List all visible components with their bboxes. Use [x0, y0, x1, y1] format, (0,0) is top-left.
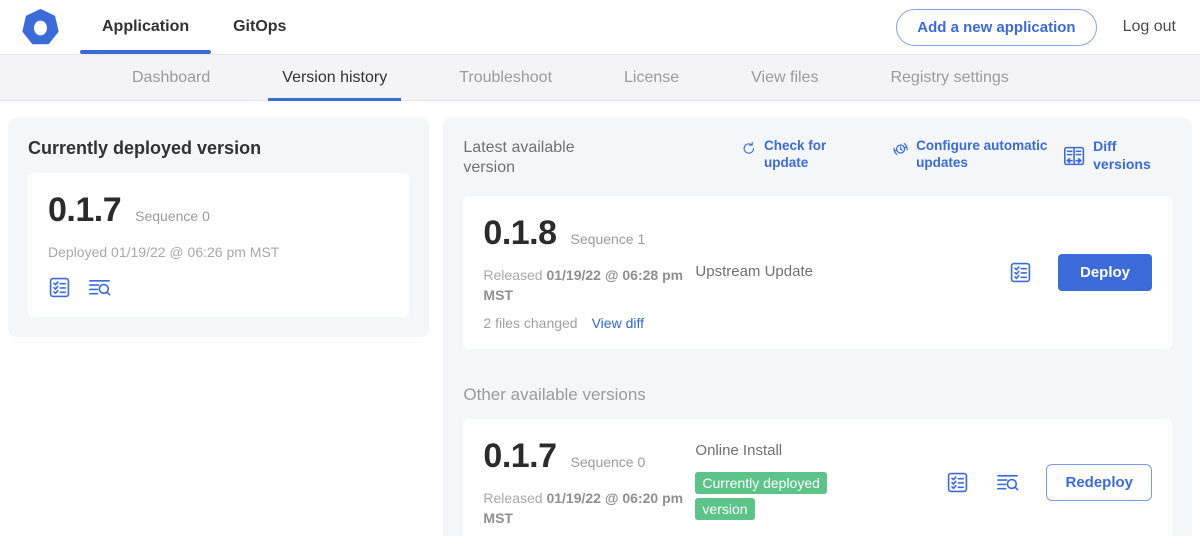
app-sub-nav: Dashboard Version history Troubleshoot L…	[0, 55, 1200, 101]
tab-gitops[interactable]: GitOps	[211, 0, 308, 54]
configure-automatic-updates-action[interactable]: Configure automatic updates	[892, 138, 1062, 173]
app-logo[interactable]	[0, 0, 80, 54]
tab-registry-settings[interactable]: Registry settings	[876, 55, 1022, 100]
latest-released-timestamp: Released 01/19/22 @ 06:28 pm MST	[483, 265, 683, 306]
tab-license[interactable]: License	[610, 55, 693, 100]
logout-link[interactable]: Log out	[1123, 18, 1176, 36]
preflight-checklist-icon[interactable]	[48, 276, 71, 299]
add-new-application-button[interactable]: Add a new application	[896, 9, 1096, 46]
other-version-number: 0.1.7	[483, 437, 556, 476]
available-versions-panel: Latest available version Check for updat…	[443, 118, 1192, 536]
latest-version-number: 0.1.8	[483, 214, 556, 253]
deployed-sequence: Sequence 0	[135, 208, 210, 224]
top-nav-tabs: Application GitOps	[80, 0, 308, 54]
top-nav: Application GitOps Add a new application…	[0, 0, 1200, 55]
deploy-logs-icon[interactable]	[87, 276, 112, 299]
refresh-icon	[741, 138, 757, 159]
tab-application[interactable]: Application	[80, 0, 211, 54]
version-card-other: 0.1.7 Sequence 0 Released 01/19/22 @ 06:…	[463, 419, 1172, 536]
view-diff-link[interactable]: View diff	[592, 315, 644, 331]
version-card-latest: 0.1.8 Sequence 1 Released 01/19/22 @ 06:…	[463, 196, 1172, 349]
diff-versions-action[interactable]: Diff versions	[1062, 138, 1172, 173]
deployed-version-number: 0.1.7	[48, 191, 121, 230]
tab-version-history[interactable]: Version history	[268, 55, 401, 100]
other-sequence: Sequence 0	[571, 454, 646, 470]
currently-deployed-title: Currently deployed version	[28, 138, 409, 159]
schedule-update-icon	[892, 138, 909, 160]
tab-dashboard[interactable]: Dashboard	[118, 55, 224, 100]
deployed-version-card: 0.1.7 Sequence 0 Deployed 01/19/22 @ 06:…	[28, 173, 409, 317]
other-released-timestamp: Released 01/19/22 @ 06:20 pm MST	[483, 488, 683, 529]
check-for-update-action[interactable]: Check for update	[741, 138, 846, 173]
latest-sequence: Sequence 1	[571, 231, 646, 247]
tab-view-files[interactable]: View files	[737, 55, 832, 100]
files-changed-label: 2 files changed	[483, 315, 577, 331]
preflight-checklist-icon[interactable]	[1009, 261, 1032, 284]
other-available-versions-title: Other available versions	[463, 385, 1172, 405]
redeploy-button[interactable]: Redeploy	[1046, 464, 1152, 501]
deploy-button[interactable]: Deploy	[1058, 254, 1152, 291]
deployed-timestamp: Deployed 01/19/22 @ 06:26 pm MST	[48, 242, 389, 262]
preflight-checklist-icon[interactable]	[946, 471, 969, 494]
latest-source-label: Upstream Update	[695, 263, 813, 280]
currently-deployed-badge: Currently deployed version	[695, 472, 827, 521]
currently-deployed-panel: Currently deployed version 0.1.7 Sequenc…	[8, 118, 429, 337]
deploy-logs-icon[interactable]	[995, 471, 1020, 494]
other-source-label: Online Install	[695, 442, 782, 459]
diff-icon	[1062, 144, 1086, 168]
app-logo-heptagon-icon	[22, 9, 59, 46]
tab-troubleshoot[interactable]: Troubleshoot	[445, 55, 566, 100]
latest-available-title: Latest available version	[463, 138, 593, 178]
